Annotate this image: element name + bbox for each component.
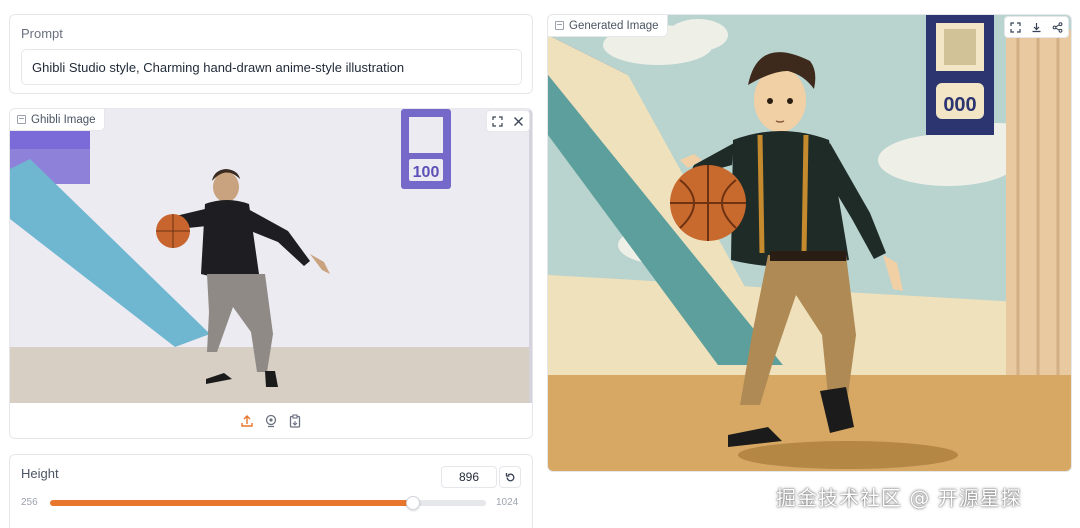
output-scoreboard-number: 000 [943,94,976,116]
upload-icon[interactable] [240,414,254,428]
generated-image-label: Generated Image [548,15,668,37]
image-label: Ghibli Image [10,109,105,131]
ghibli-image-input[interactable]: Ghibli Image 100 [9,108,533,439]
height-number-input[interactable] [441,466,497,488]
prompt-label: Prompt [21,26,63,41]
input-photo: 100 [10,109,532,403]
generated-illustration: 000 [548,15,1071,471]
generated-image-tools [1004,16,1069,38]
share-icon[interactable] [1047,17,1068,37]
download-icon[interactable] [1026,17,1047,37]
prompt-panel: Prompt [9,14,533,94]
slider-fill [50,500,414,506]
webcam-icon[interactable] [264,414,278,428]
slider-max-label: 1024 [496,497,519,508]
upload-source-bar [10,405,532,437]
watermark-text: 掘金技术社区 @ 开源星探 [776,486,1022,510]
slider-thumb[interactable] [406,496,421,510]
image-icon [17,115,26,124]
slider-min-label: 256 [21,497,38,508]
height-label: Height [21,466,59,481]
height-slider-panel: Height 256 1024 [9,454,533,528]
fullscreen-icon[interactable] [487,111,508,131]
clipboard-icon[interactable] [288,414,302,428]
image-icon [555,21,564,30]
fullscreen-icon[interactable] [1005,17,1026,37]
generated-image-output: 000 Generated Image [547,14,1072,472]
height-slider[interactable] [50,496,486,510]
reset-button[interactable] [499,466,521,488]
input-scoreboard-number: 100 [413,164,440,181]
prompt-input[interactable] [21,49,522,85]
generated-image-label-text: Generated Image [569,19,659,32]
image-label-text: Ghibli Image [31,113,96,126]
close-icon[interactable] [508,111,529,131]
image-tools [486,110,530,132]
reset-icon [505,472,514,481]
